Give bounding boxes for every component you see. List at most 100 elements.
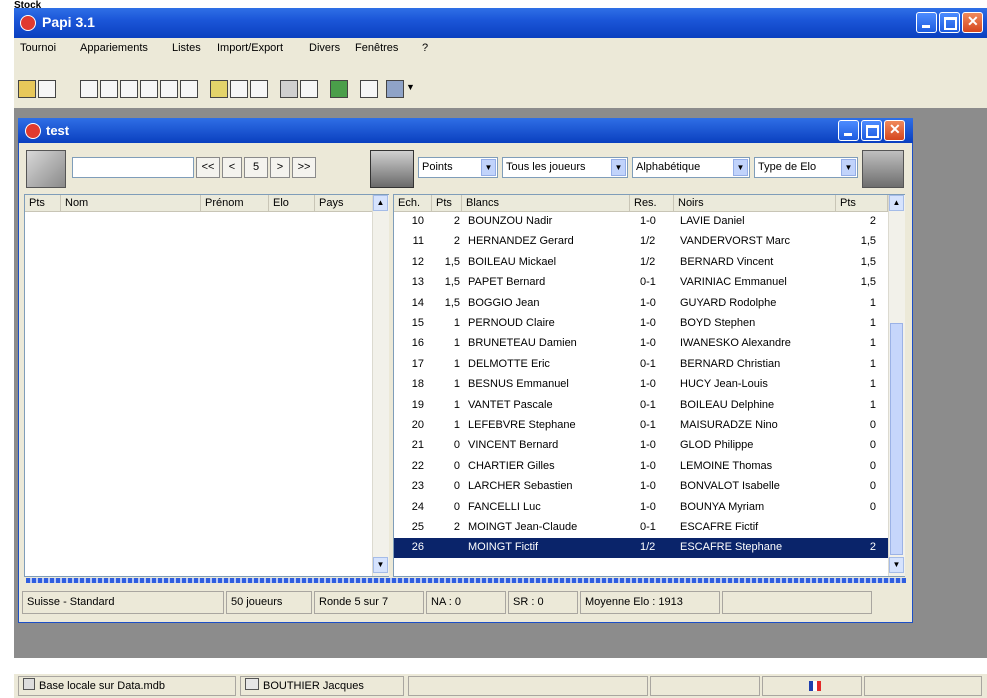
black-player-cell: HUCY Jean-Louis (680, 378, 768, 391)
child-maximize-button[interactable] (861, 120, 882, 141)
menu-divers[interactable]: Divers (309, 42, 340, 54)
points-select[interactable]: Points ▼ (418, 157, 498, 178)
prev-round-button[interactable]: < (222, 157, 242, 178)
col-header-pays[interactable]: Pays (315, 195, 373, 212)
table-row[interactable]: 19 1 VANTET Pascale 0-1 BOILEAU Delphine 1 (394, 396, 888, 416)
menu-appariements[interactable]: Appariements (80, 42, 148, 54)
col-header-black-pts[interactable]: Pts (836, 195, 888, 212)
black-player-cell: BOYD Stephen (680, 317, 756, 329)
chart-icon[interactable] (180, 80, 198, 98)
col-header-white-pts[interactable]: Pts (432, 195, 462, 212)
chevron-down-icon: ▼ (611, 159, 626, 176)
search-input[interactable] (72, 157, 194, 178)
col-header-pts[interactable]: Pts (25, 195, 61, 212)
maximize-button[interactable] (939, 12, 960, 33)
scroll-thumb[interactable] (890, 323, 903, 555)
chevron-down-icon: ▼ (841, 159, 856, 176)
table-row[interactable]: 18 1 BESNUS Emmanuel 1-0 HUCY Jean-Louis 1 (394, 375, 888, 395)
black-points-cell: 1 (869, 296, 876, 309)
form-icon[interactable] (230, 80, 248, 98)
menu-tournoi[interactable]: Tournoi (20, 42, 56, 54)
col-header-result[interactable]: Res. (630, 195, 674, 212)
table-row[interactable]: 25 2 MOINGT Jean-Claude 0-1 ESCAFRE Fictif (394, 518, 888, 538)
network-icon[interactable] (360, 80, 378, 98)
table-row[interactable]: 13 1,5 PAPET Bernard 0-1 VARINIAC Emmanuel 1,… (394, 273, 888, 293)
last-round-button[interactable]: >> (292, 157, 316, 178)
window-icon[interactable] (160, 80, 178, 98)
table-row[interactable]: 20 1 LEFEBVRE Stephane 0-1 MAISURADZE Nino 0 (394, 416, 888, 436)
maximize-icon (866, 125, 879, 138)
table-view-icon[interactable] (100, 80, 118, 98)
black-player-cell: BERNARD Vincent (680, 255, 774, 268)
players-scrollbar[interactable]: ▲ ▼ (372, 195, 389, 576)
black-player-cell: LEMOINE Thomas (680, 459, 773, 472)
table-row[interactable]: 12 1,5 BOILEAU Mickael 1/2 BERNARD Vincent 1,… (394, 253, 888, 273)
col-header-nom[interactable]: Nom (61, 195, 201, 212)
scroll-down-icon[interactable]: ▼ (373, 557, 388, 573)
edit-icon[interactable] (250, 80, 268, 98)
status-empty (722, 591, 872, 614)
col-header-elo[interactable]: Elo (269, 195, 315, 212)
board-cell: 10 (411, 215, 424, 227)
table-row[interactable]: 15 1 PERNOUD Claire 1-0 BOYD Stephen 1 (394, 314, 888, 334)
help-icon[interactable] (300, 80, 318, 98)
open-folder-icon[interactable] (18, 80, 36, 98)
pairings-scrollbar[interactable]: ▲ ▼ (888, 195, 905, 576)
table-row[interactable]: 21 0 VINCENT Bernard 1-0 GLOD Philippe 0 (394, 436, 888, 456)
board-cell: 18 (411, 378, 424, 391)
board-cell: 17 (411, 357, 424, 370)
new-document-icon[interactable] (38, 80, 56, 98)
table-row[interactable]: 11 2 HERNANDEZ Gerard 1/2 VANDERVORST Marc 1,… (394, 232, 888, 252)
table-row[interactable]: 26 MOINGT Fictif 1/2 ESCAFRE Stephane 2 (394, 538, 888, 559)
col-header-prenom[interactable]: Prénom (201, 195, 269, 212)
white-points-cell: 0 (453, 500, 460, 513)
child-minimize-button[interactable] (838, 120, 859, 141)
menu-fenetres[interactable]: Fenêtres (355, 42, 398, 54)
printer-icon[interactable] (370, 150, 414, 188)
table-row[interactable]: 17 1 DELMOTTE Eric 0-1 BERNARD Christian 1 (394, 355, 888, 375)
pairings-list[interactable]: Ech. Pts Blancs Res. Noirs Pts 10 2 BOUNZO… (393, 194, 905, 577)
black-points-cell: 0 (869, 459, 876, 472)
players-select[interactable]: Tous les joueurs ▼ (502, 157, 628, 178)
grid-icon[interactable] (140, 80, 158, 98)
result-cell: 1/2 (640, 235, 656, 248)
col-header-black[interactable]: Noirs (674, 195, 836, 212)
server-icon[interactable] (26, 150, 66, 188)
menu-listes[interactable]: Listes (172, 42, 201, 54)
next-round-button[interactable]: > (270, 157, 290, 178)
white-player-cell: LEFEBVRE Stephane (468, 419, 576, 431)
order-select[interactable]: Alphabétique ▼ (632, 157, 750, 178)
first-round-button[interactable]: << (196, 157, 220, 178)
database-icon[interactable] (210, 80, 228, 98)
columns-icon[interactable] (120, 80, 138, 98)
black-player-cell: BOILEAU Delphine (680, 398, 775, 411)
printer-icon[interactable] (386, 80, 404, 98)
disabled-icon[interactable] (280, 80, 298, 98)
scroll-up-icon[interactable]: ▲ (373, 195, 388, 211)
close-button[interactable]: ✕ (962, 12, 983, 33)
dropdown-arrow-icon[interactable]: ▼ (406, 82, 415, 92)
child-close-button[interactable]: ✕ (884, 120, 905, 141)
globe-icon[interactable] (330, 80, 348, 98)
table-row[interactable]: 10 2 BOUNZOU Nadir 1-0 LAVIE Daniel 2 (394, 212, 888, 232)
table-row[interactable]: 22 0 CHARTIER Gilles 1-0 LEMOINE Thomas 0 (394, 457, 888, 477)
round-number-field[interactable]: 5 (244, 157, 268, 178)
table-row[interactable]: 24 0 FANCELLI Luc 1-0 BOUNYA Myriam 0 (394, 498, 888, 518)
table-row[interactable]: 23 0 LARCHER Sebastien 1-0 BONVALOT Isabelle… (394, 477, 888, 497)
result-cell: 1-0 (640, 439, 656, 452)
players-list[interactable]: Pts Nom Prénom Elo Pays ▲ ▼ (24, 194, 389, 577)
trash-icon[interactable] (862, 150, 904, 188)
list-view-icon[interactable] (80, 80, 98, 98)
scroll-up-icon[interactable]: ▲ (889, 195, 904, 211)
minimize-button[interactable] (916, 12, 937, 33)
board-cell: 19 (411, 398, 424, 411)
menu-help[interactable]: ? (422, 42, 428, 54)
col-header-white[interactable]: Blancs (462, 195, 630, 212)
scroll-down-icon[interactable]: ▼ (889, 557, 904, 573)
table-row[interactable]: 14 1,5 BOGGIO Jean 1-0 GUYARD Rodolphe 1 (394, 294, 888, 314)
black-points-cell: 0 (869, 480, 876, 493)
menu-import-export[interactable]: Import/Export (217, 42, 283, 54)
col-header-board[interactable]: Ech. (394, 195, 432, 212)
elo-type-select[interactable]: Type de Elo ▼ (754, 157, 858, 178)
table-row[interactable]: 16 1 BRUNETEAU Damien 1-0 IWANESKO Alexandre… (394, 334, 888, 354)
